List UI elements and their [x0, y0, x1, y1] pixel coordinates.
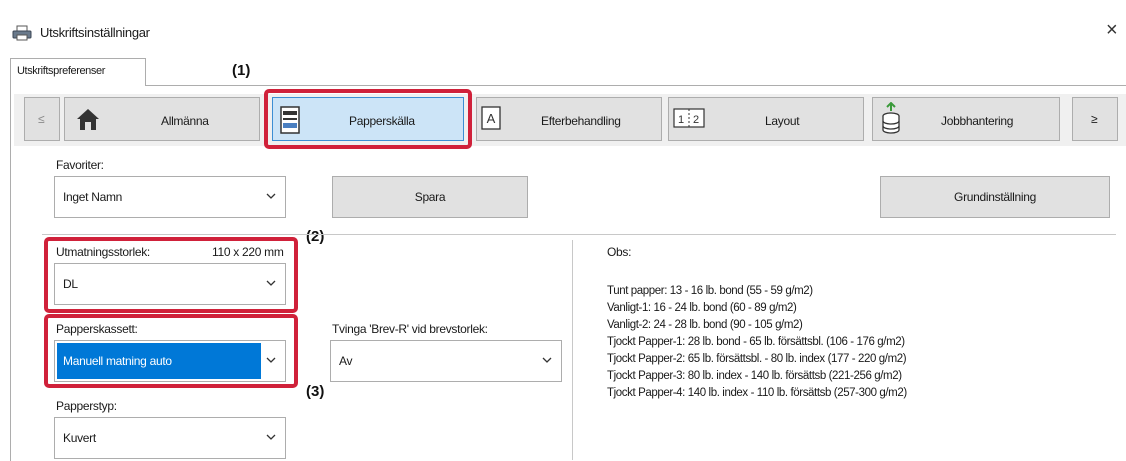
tab-label: Utskriftspreferenser — [17, 65, 105, 77]
tab-utskriftspreferenser[interactable]: Utskriftspreferenser — [10, 58, 146, 86]
force-letter-dropdown[interactable]: Av — [330, 340, 562, 382]
paper-type-dropdown[interactable]: Kuvert — [54, 417, 286, 459]
nav-item-layout[interactable]: 1 2 Layout — [668, 97, 864, 141]
prev-label: ≤ — [38, 112, 45, 126]
nav-item-allmanna[interactable]: Allmänna — [64, 97, 260, 141]
highlight-3 — [44, 314, 298, 388]
save-label: Spara — [414, 190, 446, 204]
save-button[interactable]: Spara — [332, 176, 528, 218]
close-icon[interactable]: × — [1106, 20, 1118, 40]
note-line: Tjockt Papper-4: 140 lb. index - 110 lb.… — [607, 387, 907, 399]
callout-1: (1) — [232, 62, 251, 79]
note-line: Tjockt Papper-2: 65 lb. försättsbl. - 80… — [607, 353, 907, 365]
note-line: Vanligt-2: 24 - 28 lb. bond (90 - 105 g/… — [607, 319, 803, 331]
nav-label: Allmänna — [161, 114, 209, 128]
chevron-down-icon — [266, 193, 276, 199]
force-letter-label: Tvinga 'Brev-R' vid brevstorlek: — [332, 322, 488, 336]
favorites-value: Inget Namn — [63, 190, 123, 204]
defaults-label: Grundinställning — [954, 190, 1036, 204]
nav-label: Efterbehandling — [541, 114, 621, 128]
favorites-label: Favoriter: — [56, 158, 104, 172]
printer-icon — [12, 25, 32, 41]
callout-2: (2) — [306, 228, 325, 245]
callout-3: (3) — [306, 383, 325, 400]
chevron-down-icon — [542, 357, 552, 363]
layout-icon: 1 2 — [673, 108, 705, 128]
chevron-down-icon — [266, 434, 276, 440]
title-bar — [0, 0, 1126, 48]
section-divider — [42, 234, 1116, 235]
highlight-2 — [44, 237, 298, 313]
svg-text:2: 2 — [693, 114, 699, 126]
next-label: ≥ — [1091, 112, 1098, 126]
nav-item-jobbhantering[interactable]: Jobbhantering — [872, 97, 1060, 141]
svg-text:1: 1 — [678, 114, 684, 126]
nav-item-efterbehandling[interactable]: A Efterbehandling — [476, 97, 662, 141]
nav-label: Jobbhantering — [941, 114, 1014, 128]
house-icon — [77, 109, 99, 130]
svg-text:A: A — [487, 111, 496, 126]
note-line: Tjockt Papper-3: 80 lb. index - 140 lb. … — [607, 370, 902, 382]
paper-type-value: Kuvert — [63, 431, 96, 445]
note-line: Tunt papper: 13 - 16 lb. bond (55 - 59 g… — [607, 285, 813, 297]
paper-type-label: Papperstyp: — [56, 399, 117, 413]
finishing-icon: A — [481, 106, 501, 130]
vertical-divider — [572, 240, 573, 460]
highlight-1 — [264, 89, 472, 149]
window-title: Utskriftsinställningar — [40, 25, 150, 40]
nav-label: Layout — [765, 114, 800, 128]
note-line: Tjockt Papper-1: 28 lb. bond - 65 lb. fö… — [607, 336, 905, 348]
note-line: Vanligt-1: 16 - 24 lb. bond (60 - 89 g/m… — [607, 302, 797, 314]
job-stack-icon — [882, 102, 900, 134]
nav-next-button[interactable]: ≥ — [1072, 97, 1118, 141]
defaults-button[interactable]: Grundinställning — [880, 176, 1110, 218]
force-letter-value: Av — [339, 354, 353, 368]
notes-title: Obs: — [607, 245, 632, 259]
nav-prev-button[interactable]: ≤ — [24, 97, 60, 141]
favorites-dropdown[interactable]: Inget Namn — [54, 176, 286, 218]
